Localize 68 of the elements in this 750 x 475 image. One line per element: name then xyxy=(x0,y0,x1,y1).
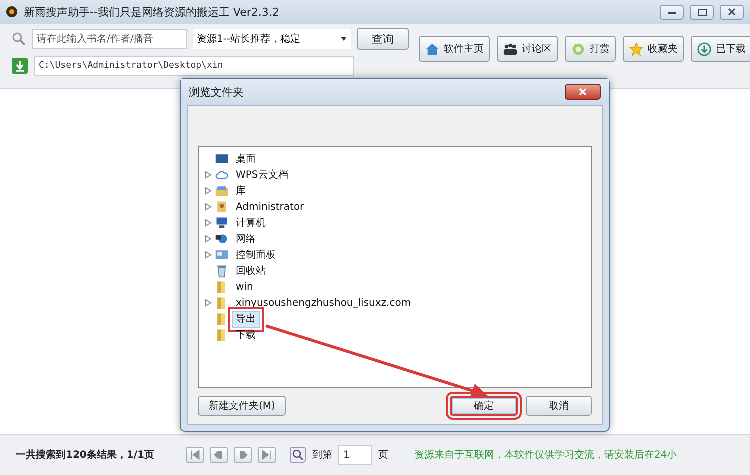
prev-page-button[interactable] xyxy=(210,447,228,463)
first-arrow-icon xyxy=(189,449,202,461)
close-button[interactable] xyxy=(565,84,601,100)
folder-tree-item[interactable]: WPS云文档 xyxy=(232,166,292,184)
folder-tree-item[interactable]: 控制面板 xyxy=(232,246,280,264)
user-folder-icon xyxy=(215,200,229,214)
expand-arrow-icon[interactable] xyxy=(205,171,212,179)
close-icon xyxy=(579,88,587,96)
page-field[interactable]: 1 xyxy=(338,445,372,465)
people-icon xyxy=(503,42,518,56)
folder-tree-item[interactable]: 网络 xyxy=(232,230,260,248)
folder-tree-item[interactable]: 桌面 xyxy=(232,150,260,168)
folder-tree-item[interactable]: Administrator xyxy=(232,198,308,216)
control-panel-icon xyxy=(215,248,229,262)
folder-tree-item[interactable]: 库 xyxy=(232,182,250,200)
computer-icon xyxy=(215,216,229,230)
path-field[interactable]: C:\Users\Administrator\Desktop\xin xyxy=(34,56,354,76)
minimize-button[interactable] xyxy=(660,4,684,20)
next-page-button[interactable] xyxy=(234,447,252,463)
result-count: 一共搜索到120条结果，1/1页 xyxy=(16,448,154,462)
desktop-icon xyxy=(215,152,229,166)
zoom-icon xyxy=(290,447,306,463)
next-arrow-icon xyxy=(237,449,250,461)
new-folder-button[interactable]: 新建文件夹(M) xyxy=(198,396,286,416)
close-button[interactable] xyxy=(720,4,744,20)
recycle-bin-icon xyxy=(215,264,229,278)
window-title: 新雨搜声助手--我们只是网络资源的搬运工 Ver2.3.2 xyxy=(24,4,280,20)
first-page-button[interactable] xyxy=(186,447,204,463)
expand-arrow-icon[interactable] xyxy=(205,187,212,195)
expand-arrow-icon[interactable] xyxy=(205,251,212,259)
query-button[interactable]: 查询 xyxy=(357,28,409,50)
expand-arrow-icon[interactable] xyxy=(205,235,212,243)
library-icon xyxy=(215,184,229,198)
last-page-button[interactable] xyxy=(258,447,276,463)
download-icon xyxy=(697,42,712,56)
folder-tree-item[interactable]: 计算机 xyxy=(232,214,270,232)
source-dropdown[interactable]: 资源1--站长推荐，稳定 xyxy=(193,29,351,49)
toolbar-button[interactable]: 讨论区 xyxy=(497,36,558,62)
last-arrow-icon xyxy=(261,449,274,461)
app-logo-icon xyxy=(6,6,18,18)
gift-icon xyxy=(571,42,586,56)
toolbar-button[interactable]: 已下载 xyxy=(691,36,750,62)
close-icon xyxy=(728,8,736,16)
expand-arrow-icon[interactable] xyxy=(205,299,212,307)
minimize-icon xyxy=(668,10,676,14)
dialog-title: 浏览文件夹 xyxy=(189,84,244,100)
caret-icon xyxy=(341,37,347,41)
page-label: 页 xyxy=(378,449,388,462)
maximize-icon xyxy=(698,8,706,16)
goto-label: 到第 xyxy=(312,449,332,462)
folder-tree-item[interactable]: win xyxy=(232,278,258,296)
folder-tree-item[interactable]: xinyusoushengzhushou_lisuxz.com xyxy=(232,294,416,312)
network-icon xyxy=(215,232,229,246)
toolbar-button[interactable]: 打赏 xyxy=(565,36,616,62)
search-icon xyxy=(12,32,26,46)
notice-text: 资源来自于互联网，本软件仅供学习交流，请安装后在24小 xyxy=(414,448,678,462)
download-arrow-icon xyxy=(12,58,28,74)
expand-arrow-icon[interactable] xyxy=(205,203,212,211)
star-icon xyxy=(629,42,644,56)
folder-tree-item[interactable]: 回收站 xyxy=(232,262,270,280)
maximize-button[interactable] xyxy=(690,4,714,20)
search-field[interactable]: 请在此输入书名/作者/播音 xyxy=(32,29,187,49)
toolbar-button[interactable]: 软件主页 xyxy=(419,36,490,62)
toolbar-button[interactable]: 收藏夹 xyxy=(623,36,684,62)
house-icon xyxy=(425,42,440,56)
folder-tree-item[interactable]: 下载 xyxy=(232,326,260,344)
dialog-button[interactable]: 取消 xyxy=(526,396,592,416)
expand-arrow-icon[interactable] xyxy=(205,219,212,227)
